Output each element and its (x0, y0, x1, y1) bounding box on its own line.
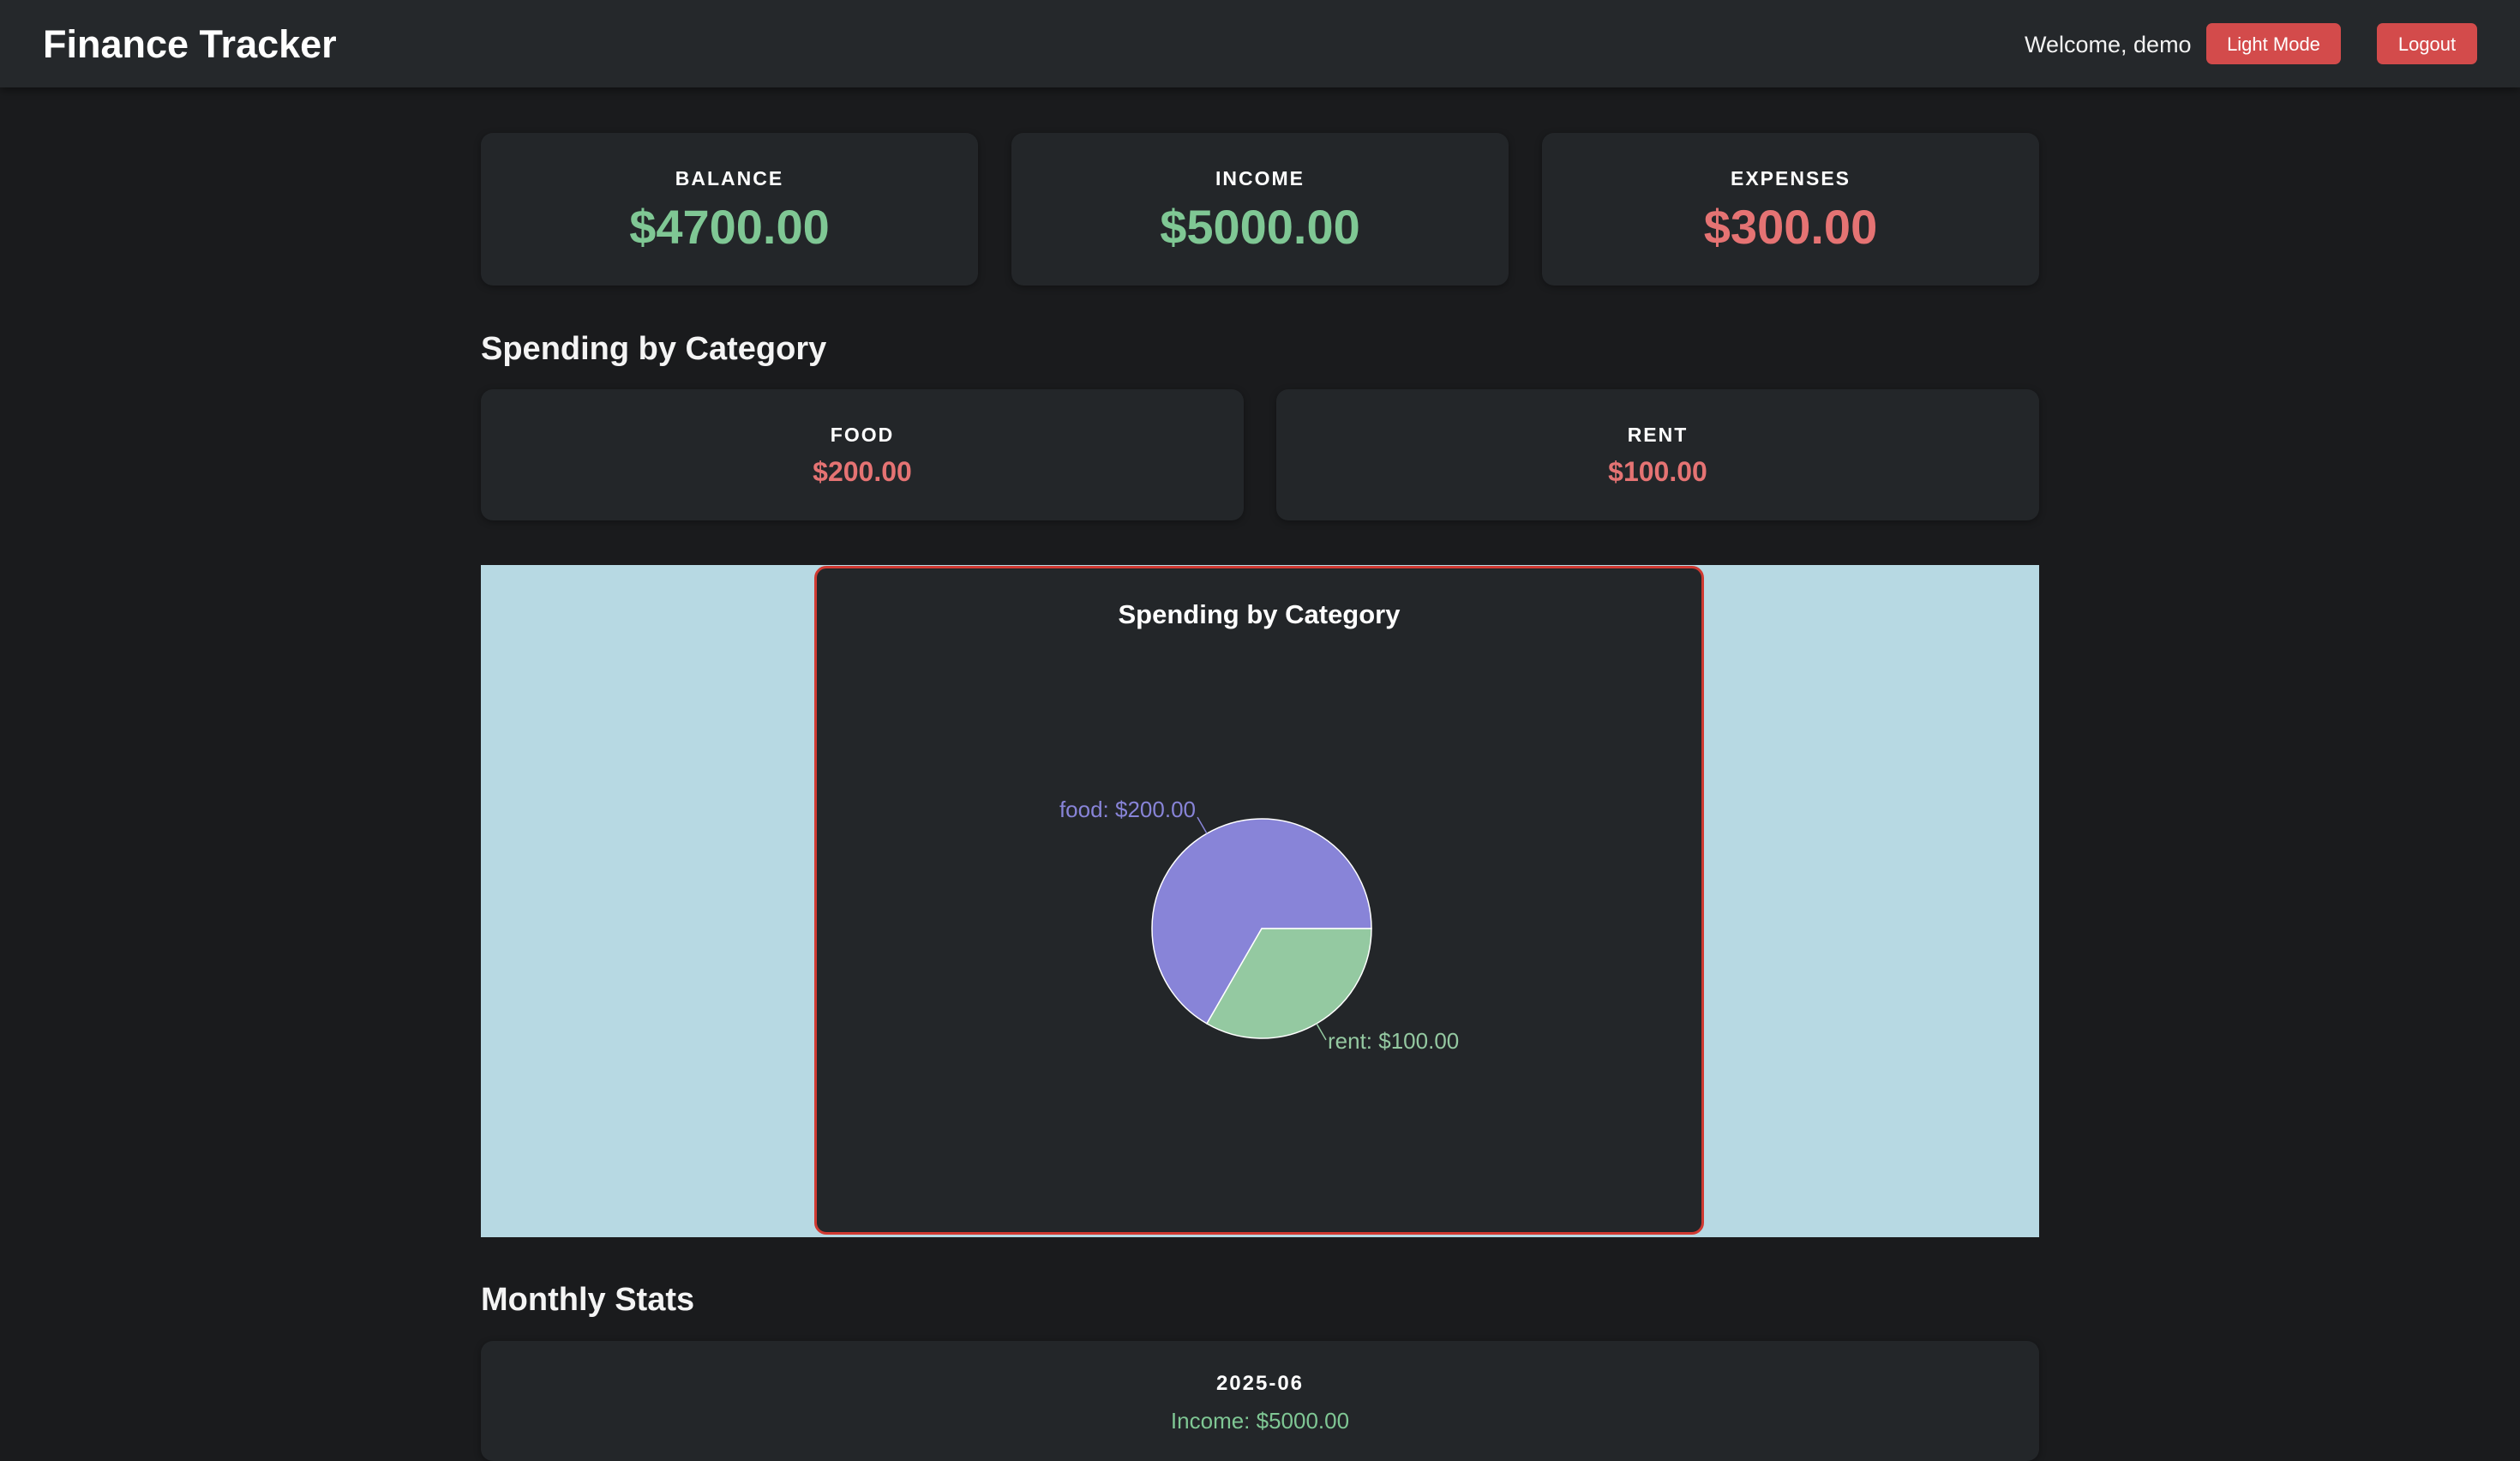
month-income: Income: $5000.00 (1170, 1408, 1350, 1434)
expenses-card: EXPENSES $300.00 (1542, 133, 2039, 286)
welcome-text: Welcome, demo (2025, 32, 2192, 57)
category-value: $100.00 (1608, 456, 1707, 487)
balance-label: BALANCE (675, 167, 784, 189)
pie-label-line-food (1197, 816, 1208, 834)
top-navbar: Finance Tracker Welcome, demo Light Mode… (0, 0, 2520, 87)
income-card: INCOME $5000.00 (1011, 133, 1509, 286)
category-label: RENT (1627, 424, 1689, 446)
pie-label-line-rent (1316, 1023, 1327, 1041)
app-title: Finance Tracker (43, 22, 337, 66)
light-mode-button[interactable]: Light Mode (2206, 23, 2341, 64)
category-card-food: FOOD $200.00 (481, 389, 1244, 520)
income-label: INCOME (1215, 167, 1305, 189)
category-value: $200.00 (813, 456, 912, 487)
pie-data-label-rent: rent: $100.00 (1328, 1028, 1459, 1054)
expenses-value: $300.00 (1703, 200, 1878, 254)
month-label: 2025-06 (1215, 1372, 1305, 1395)
pie-chart: food: $200.00 rent: $100.00 (1059, 797, 1459, 1054)
logout-button[interactable]: Logout (2377, 23, 2477, 64)
monthly-section-title: Monthly Stats (481, 1282, 695, 1318)
balance-card: BALANCE $4700.00 (481, 133, 978, 286)
pie-data-label-food: food: $200.00 (1059, 797, 1196, 822)
expenses-label: EXPENSES (1731, 167, 1851, 189)
monthly-card: 2025-06 Income: $5000.00 (481, 1341, 2039, 1461)
balance-value: $4700.00 (629, 200, 830, 254)
income-value: $5000.00 (1160, 200, 1360, 254)
spending-section-title: Spending by Category (481, 331, 827, 367)
category-card-rent: RENT $100.00 (1276, 389, 2039, 520)
pie-chart-panel: Spending by Category food: $200.00 rent: … (814, 566, 1704, 1235)
category-label: FOOD (830, 424, 895, 446)
